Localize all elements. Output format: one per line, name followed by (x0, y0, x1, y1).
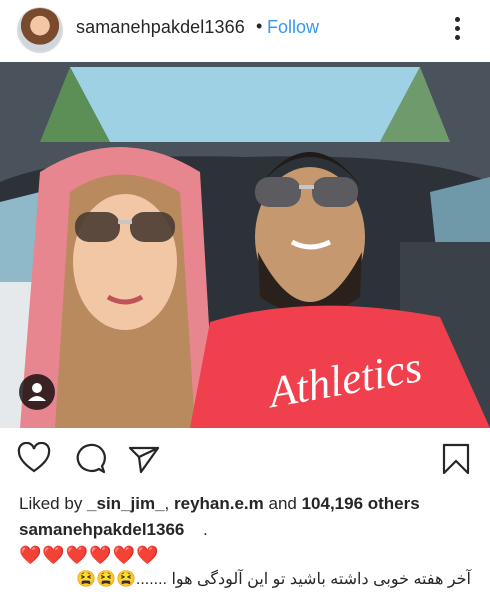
bookmark-icon[interactable] (439, 442, 473, 476)
separator-dot: • (256, 16, 263, 36)
more-options-icon[interactable] (450, 14, 466, 44)
post-header: samanehpakdel1366 • Follow (0, 0, 490, 62)
likes-line: Liked by _sin_jim_, reyhan.e.m and 104,1… (19, 494, 420, 514)
send-icon[interactable] (127, 442, 161, 476)
action-bar (0, 428, 490, 490)
post-photo[interactable]: Athletics (0, 62, 490, 428)
likes-comma: , (164, 494, 174, 513)
caption-text: . (203, 520, 208, 539)
caption-persian-text: آخر هفته خوبی داشته باشید تو این آلودگی … (76, 571, 471, 588)
likes-count[interactable]: 104,196 others (302, 494, 420, 513)
caption-hearts: ❤️❤️❤️❤️❤️❤️ (19, 545, 160, 565)
avatar[interactable] (18, 8, 62, 52)
user-tag-icon[interactable] (19, 374, 55, 410)
comment-icon[interactable] (73, 442, 107, 476)
caption-username[interactable]: samanehpakdel1366 (19, 520, 184, 540)
likes-and: and (263, 494, 302, 513)
liked-by-label: Liked by (19, 494, 88, 513)
post-username[interactable]: samanehpakdel1366 (76, 17, 245, 38)
follow-button[interactable]: Follow (267, 17, 319, 38)
heart-outline-icon[interactable] (17, 442, 51, 476)
liker-1[interactable]: _sin_jim_ (87, 494, 165, 513)
liker-2[interactable]: reyhan.e.m (174, 494, 264, 513)
